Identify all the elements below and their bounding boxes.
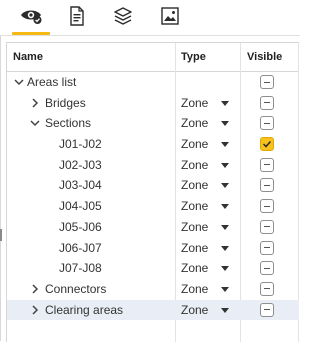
dropdown-caret-icon[interactable] [221, 204, 229, 210]
row-name: J02-J03 [59, 157, 102, 172]
dropdown-caret-icon[interactable] [221, 100, 229, 106]
dropdown-caret-icon[interactable] [221, 286, 229, 292]
dropdown-caret-icon[interactable] [221, 224, 229, 230]
visible-checkbox[interactable] [260, 281, 274, 296]
visible-checkbox[interactable] [260, 240, 274, 255]
row-name: Clearing areas [45, 302, 124, 317]
row-name: Areas list [27, 75, 77, 89]
dropdown-caret-icon[interactable] [221, 266, 229, 272]
table-row[interactable]: J05-J06 Zone [7, 217, 299, 238]
table-body: Areas list Bridges Zone Sections Zone J01-J02… [7, 72, 299, 321]
visible-checkbox[interactable] [260, 302, 274, 317]
indeterminate-dash-icon [264, 102, 270, 104]
visible-checkbox[interactable] [260, 199, 274, 214]
visible-checkbox[interactable] [260, 178, 274, 193]
dropdown-caret-icon[interactable] [221, 142, 229, 148]
indeterminate-dash-icon [264, 247, 270, 248]
row-name: J01-J02 [59, 137, 102, 152]
type-select[interactable]: Zone [181, 279, 208, 300]
row-name: Connectors [45, 281, 107, 296]
type-select[interactable]: Zone [181, 196, 208, 217]
table-row[interactable]: J04-J05 Zone [7, 196, 299, 217]
dropdown-caret-icon[interactable] [221, 183, 229, 189]
document-list-icon [70, 6, 84, 26]
indeterminate-dash-icon [264, 184, 270, 186]
indeterminate-dash-icon [264, 226, 270, 228]
dropdown-caret-icon[interactable] [221, 245, 229, 251]
chevron-right-icon[interactable] [29, 97, 41, 109]
indeterminate-dash-icon [264, 164, 270, 166]
type-select[interactable]: Zone [181, 217, 208, 238]
indeterminate-dash-icon [264, 205, 270, 207]
type-select[interactable]: Zone [181, 300, 208, 321]
checkmark-icon [262, 141, 272, 148]
table-header: Name Type Visible [7, 43, 299, 72]
dropdown-caret-icon[interactable] [221, 121, 229, 127]
table-row[interactable]: Sections Zone [7, 113, 299, 134]
layers-icon [114, 7, 132, 25]
table-row[interactable]: J01-J02 Zone [7, 134, 299, 155]
row-name: J07-J08 [59, 261, 102, 276]
visible-checkbox[interactable] [260, 157, 274, 172]
row-name: J06-J07 [59, 240, 102, 255]
table-row[interactable]: Clearing areas Zone [7, 299, 299, 321]
table-row[interactable]: J07-J08 Zone [7, 258, 299, 279]
table-row[interactable]: J06-J07 Zone [7, 238, 299, 259]
visible-checkbox[interactable] [260, 95, 274, 110]
chevron-right-icon[interactable] [29, 283, 41, 295]
chevron-down-icon[interactable] [13, 76, 25, 88]
type-select[interactable]: Zone [181, 155, 208, 176]
type-select[interactable]: Zone [181, 93, 208, 114]
dropdown-caret-icon[interactable] [221, 307, 229, 313]
indeterminate-dash-icon [264, 288, 270, 290]
tab-layers[interactable] [108, 5, 138, 27]
row-name: Sections [45, 116, 92, 131]
table-row[interactable]: Connectors Zone [7, 279, 299, 300]
row-name: J04-J05 [59, 199, 102, 214]
row-name: J05-J06 [59, 219, 102, 234]
visible-checkbox[interactable] [260, 219, 274, 234]
visible-checkbox[interactable] [260, 116, 274, 131]
dropdown-caret-icon[interactable] [221, 162, 229, 168]
indeterminate-dash-icon [264, 267, 270, 269]
row-name: Bridges [45, 95, 86, 110]
table-row[interactable]: J03-J04 Zone [7, 175, 299, 196]
tab-visibility[interactable] [12, 5, 50, 35]
visible-checkbox[interactable] [260, 261, 274, 276]
toolbar [0, 0, 300, 36]
chevron-right-icon[interactable] [29, 304, 41, 316]
header-type[interactable]: Type [181, 43, 206, 71]
tab-properties[interactable] [62, 5, 92, 27]
type-select[interactable]: Zone [181, 134, 208, 155]
visible-checkbox[interactable] [260, 75, 274, 89]
table-row[interactable]: Areas list [7, 72, 299, 93]
type-select[interactable]: Zone [181, 175, 208, 196]
indeterminate-dash-icon [264, 122, 270, 124]
resize-grip[interactable] [0, 229, 2, 241]
areas-table: Name Type Visible Areas list Bridges Zone S… [6, 42, 299, 342]
visible-checkbox[interactable] [260, 137, 274, 152]
header-name[interactable]: Name [13, 43, 43, 71]
header-visible[interactable]: Visible [247, 43, 282, 71]
table-row[interactable]: J02-J03 Zone [7, 155, 299, 176]
image-frame-icon [161, 7, 179, 25]
indeterminate-dash-icon [264, 81, 270, 83]
type-select[interactable]: Zone [181, 258, 208, 279]
table-row[interactable]: Bridges Zone [7, 93, 299, 114]
row-name: J03-J04 [59, 178, 102, 193]
eye-check-icon [21, 10, 42, 24]
indeterminate-dash-icon [264, 309, 270, 311]
type-select[interactable]: Zone [181, 113, 208, 134]
chevron-down-icon[interactable] [29, 117, 41, 129]
tab-image[interactable] [155, 5, 185, 27]
panel-left-border [0, 35, 1, 341]
type-select[interactable]: Zone [181, 238, 208, 259]
